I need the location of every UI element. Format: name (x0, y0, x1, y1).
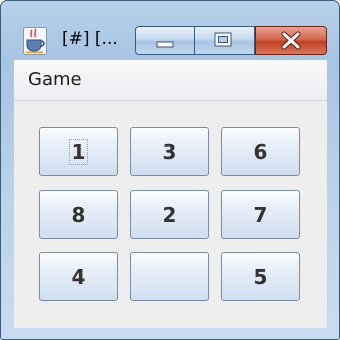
tile-button[interactable]: 7 (221, 190, 300, 239)
tile-label: 4 (71, 264, 86, 289)
tile-button[interactable]: 2 (130, 190, 209, 239)
tile-label: 1 (68, 138, 89, 165)
tile-label: 7 (253, 202, 268, 227)
tile-button[interactable]: 8 (39, 190, 118, 239)
puzzle-board: 1 3 6 8 2 7 4 5 (14, 101, 327, 328)
title-bar[interactable]: [#] [... (7, 5, 333, 59)
close-button[interactable] (255, 26, 327, 55)
maximize-button[interactable] (195, 26, 255, 55)
tile-label: 3 (162, 139, 177, 164)
window-title: [#] [... (62, 29, 118, 49)
tile-button[interactable]: 3 (130, 127, 209, 176)
game-window: [#] [... Game 1 3 6 8 2 7 4 5 (0, 0, 340, 340)
tile-button[interactable]: 4 (39, 252, 118, 301)
tile-button[interactable]: 5 (221, 252, 300, 301)
maximize-icon (214, 32, 232, 47)
tile-label: 8 (71, 202, 86, 227)
menu-game[interactable]: Game (28, 69, 82, 90)
menu-bar: Game (14, 60, 327, 101)
minimize-icon (156, 41, 174, 48)
tile-label: 2 (162, 202, 177, 227)
tile-button[interactable]: 6 (221, 127, 300, 176)
close-icon (281, 31, 301, 50)
java-coffee-cup-icon[interactable] (23, 27, 47, 55)
tile-label: 6 (253, 139, 268, 164)
minimize-button[interactable] (135, 26, 195, 55)
tile-label: 5 (253, 264, 268, 289)
tile-button[interactable]: 1 (39, 127, 118, 176)
empty-tile-button[interactable] (130, 252, 209, 301)
